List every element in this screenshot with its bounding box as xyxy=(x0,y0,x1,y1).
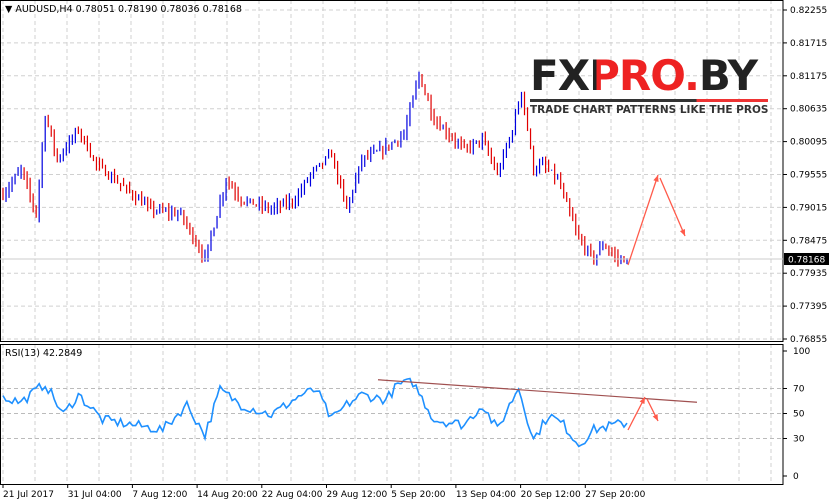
rsi-trendline xyxy=(377,379,698,403)
y-tick-label: 0.82255 xyxy=(790,6,827,16)
x-tick-label: 7 Aug 12:00 xyxy=(132,490,187,500)
x-tick-label: 13 Sep 04:00 xyxy=(456,490,516,500)
y-tick-label: 0.80095 xyxy=(790,138,827,148)
rsi-y-tick-label: 70 xyxy=(793,385,805,395)
y-tick-label: 0.76855 xyxy=(790,335,827,345)
x-tick-label: 22 Aug 04:00 xyxy=(262,490,323,500)
x-tick-label: 31 Jul 04:00 xyxy=(68,490,122,500)
forecast-up-arrow xyxy=(627,174,659,266)
y-tick-label: 0.79015 xyxy=(790,203,827,213)
rsi-panel-frame xyxy=(0,344,784,485)
logo-brand: FXPRO.BY xyxy=(530,54,768,98)
ohlc-close: 0.78168 xyxy=(202,4,242,15)
y-tick-label: 0.81175 xyxy=(790,72,827,82)
y-tick-label: 0.79555 xyxy=(790,171,827,181)
rsi-y-tick-label: 50 xyxy=(793,410,805,420)
rsi-y-tick-label: 30 xyxy=(793,435,805,445)
rsi-y-tick-label: 0 xyxy=(793,472,799,482)
logo-tagline: TRADE CHART PATTERNS LIKE THE PROS xyxy=(530,104,769,116)
rsi-label: RSI(13) xyxy=(5,348,40,359)
y-tick-label: 0.78475 xyxy=(790,236,827,246)
forecast-up-arrow-head xyxy=(653,175,659,182)
y-tick-label: 0.77395 xyxy=(790,302,827,312)
rsi-header: RSI(13) 42.2849 xyxy=(5,348,82,359)
x-tick-label: 29 Aug 12:00 xyxy=(327,490,388,500)
current-price-label: 0.78168 xyxy=(788,256,825,266)
x-tick-label: 27 Sep 20:00 xyxy=(585,490,645,500)
symbol-label: AUDUSD,H4 xyxy=(15,4,73,15)
y-tick-label: 0.77935 xyxy=(790,269,827,279)
ohlc-high: 0.78190 xyxy=(117,4,158,15)
x-tick-label: 5 Sep 20:00 xyxy=(391,490,446,500)
ohlc-low: 0.78036 xyxy=(160,4,200,15)
y-tick-label: 0.81715 xyxy=(790,39,827,49)
dropdown-triangle-icon[interactable]: ▼ xyxy=(5,4,12,15)
rsi-y-tick-label: 100 xyxy=(793,347,810,357)
rsi-value: 42.2849 xyxy=(42,348,83,359)
watermark-logo: FXPRO.BY TRADE CHART PATTERNS LIKE THE P… xyxy=(530,54,769,116)
x-tick-label: 21 Jul 2017 xyxy=(3,490,54,500)
y-tick-label: 0.80635 xyxy=(790,105,827,115)
ohlc-open: 0.78051 xyxy=(75,4,115,15)
chart-header: ▼ AUDUSD,H4 0.78051 0.78190 0.78036 0.78… xyxy=(5,4,242,15)
x-tick-label: 20 Sep 12:00 xyxy=(521,490,581,500)
x-tick-label: 14 Aug 20:00 xyxy=(197,490,258,500)
